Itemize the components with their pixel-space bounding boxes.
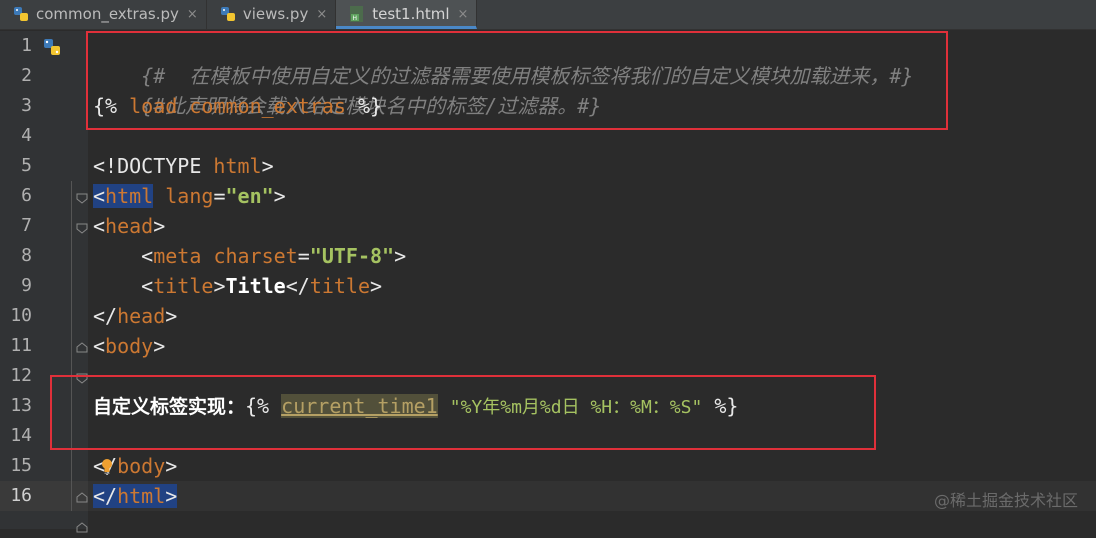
doctype-html: html	[213, 154, 262, 178]
tag-name: html	[105, 184, 154, 208]
lt: <	[141, 244, 154, 268]
line-number: 6	[21, 185, 32, 206]
line-number: 2	[21, 65, 32, 86]
lt: <	[141, 274, 154, 298]
tag-name: body	[117, 454, 166, 478]
line-number: 5	[21, 155, 32, 176]
tag-name: meta	[153, 244, 202, 268]
svg-text:H: H	[353, 15, 358, 22]
watermark: @稀土掘金技术社区	[933, 491, 1078, 510]
line-number: 15	[10, 455, 32, 476]
attr-value: "en"	[225, 184, 274, 208]
fold-close-icon[interactable]	[76, 519, 88, 533]
code-line-8[interactable]: <meta charset="UTF-8">	[93, 241, 406, 271]
lt: <	[93, 214, 106, 238]
eq: =	[297, 244, 310, 268]
tag-name: head	[117, 304, 166, 328]
tab-test1-html[interactable]: H test1.html ×	[336, 0, 478, 29]
line-number: 4	[21, 125, 32, 146]
code-line-6[interactable]: <html lang="en">	[93, 181, 286, 211]
fold-close-icon[interactable]	[76, 339, 88, 353]
code-line-16[interactable]: </html>	[93, 481, 178, 511]
tag-name: title	[309, 274, 371, 298]
line-number: 10	[10, 305, 32, 326]
doctype: <!DOCTYPE	[93, 154, 214, 178]
highlight-box-load	[86, 31, 948, 130]
line-number: 16	[10, 485, 32, 506]
tab-views[interactable]: views.py ×	[207, 0, 337, 29]
attr-name: lang	[165, 184, 214, 208]
lt: <	[93, 184, 106, 208]
fold-open-icon[interactable]	[76, 219, 88, 234]
html-open-selected: <html	[93, 184, 154, 208]
code-editor[interactable]: 1 2 3 4 5 6 7 8 9 10 11 12 13 14 15 16 {…	[0, 31, 1096, 533]
editor-tab-bar: common_extras.py × views.py × H test1.ht…	[0, 0, 1096, 30]
code-line-10[interactable]: </head>	[93, 301, 177, 331]
lt-slash: </	[93, 484, 118, 508]
line-number: 9	[21, 275, 32, 296]
indent-guide	[71, 181, 72, 511]
eq: =	[213, 184, 226, 208]
attr-value: "UTF-8"	[309, 244, 395, 268]
line-number: 14	[10, 425, 32, 446]
tab-common-extras[interactable]: common_extras.py ×	[0, 0, 207, 29]
gt: >	[165, 484, 178, 508]
line-number: 13	[10, 395, 32, 416]
line-number: 8	[21, 245, 32, 266]
line-number: 3	[21, 95, 32, 116]
code-line-5[interactable]: <!DOCTYPE html>	[93, 151, 274, 181]
line-number: 1	[21, 35, 32, 56]
doctype-end: >	[261, 154, 274, 178]
tag-name: html	[117, 484, 166, 508]
title-text: Title	[225, 274, 286, 298]
python-file-icon	[219, 5, 237, 23]
gt: >	[165, 304, 178, 328]
python-file-icon	[12, 5, 30, 23]
line-number: 11	[10, 335, 32, 356]
html-close-selected: </html>	[93, 484, 178, 508]
line-number: 7	[21, 215, 32, 236]
attr-name: charset	[213, 244, 298, 268]
tab-label: views.py	[242, 5, 309, 23]
gt: >	[213, 274, 226, 298]
gt: >	[273, 184, 286, 208]
code-line-7[interactable]: <head>	[93, 211, 165, 241]
python-gutter-icon[interactable]	[42, 37, 62, 61]
close-icon[interactable]: ×	[187, 7, 198, 22]
gt: >	[153, 214, 166, 238]
fold-open-icon[interactable]	[76, 189, 88, 204]
gt: >	[153, 334, 166, 358]
lt-slash: </	[285, 274, 310, 298]
code-line-11[interactable]: <body>	[93, 331, 165, 361]
tab-label: test1.html	[372, 5, 450, 23]
close-icon[interactable]: ×	[316, 7, 327, 22]
close-icon[interactable]: ×	[458, 7, 469, 22]
tab-label: common_extras.py	[36, 5, 179, 23]
lightbulb-icon[interactable]	[100, 458, 114, 480]
tag-name: head	[105, 214, 154, 238]
lt-slash: </	[93, 304, 118, 328]
line-number: 12	[10, 365, 32, 386]
code-line-9[interactable]: <title>Title</title>	[93, 271, 382, 301]
gt: >	[394, 244, 407, 268]
gt: >	[165, 454, 178, 478]
gt: >	[370, 274, 383, 298]
html-file-icon: H	[348, 5, 366, 23]
fold-close-icon[interactable]	[76, 489, 88, 503]
tag-name: title	[153, 274, 214, 298]
tag-name: body	[105, 334, 154, 358]
lt: <	[93, 334, 106, 358]
highlight-box-custom-tag	[50, 375, 876, 450]
